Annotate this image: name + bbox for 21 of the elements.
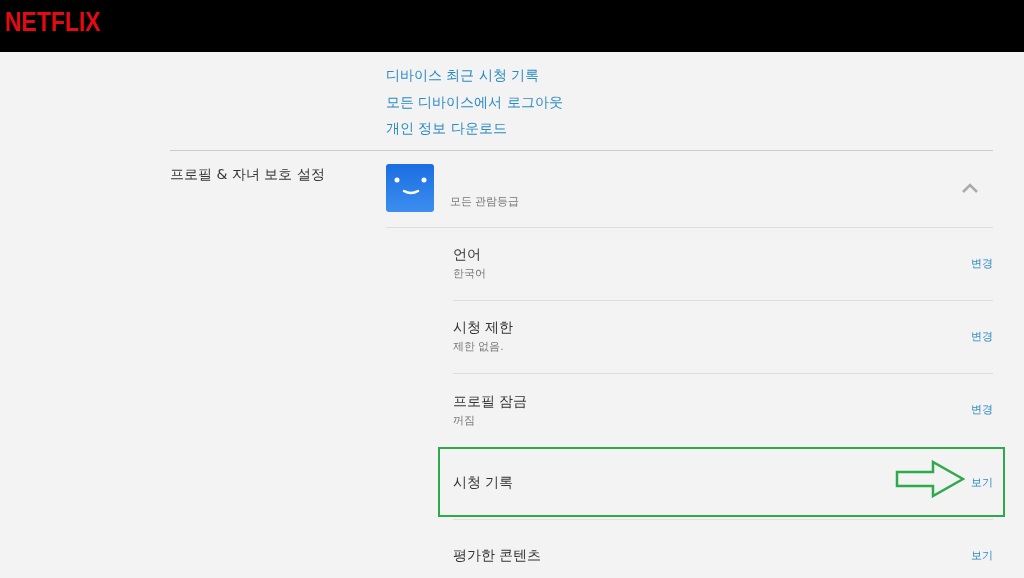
maturity-rating: 모든 관람등급 <box>450 194 520 207</box>
setting-action-link[interactable]: 변경 <box>971 329 993 344</box>
setting-value: 꺼짐 <box>453 413 476 428</box>
setting-action-link[interactable]: 변경 <box>971 403 993 417</box>
section-title: 프로필 & 자녀 보호 설정 <box>170 164 326 184</box>
arrow-icon <box>895 459 965 498</box>
logo[interactable]: NETFLIX <box>5 6 101 38</box>
avatar-icon[interactable] <box>386 163 434 212</box>
setting-title: 시청 제한 <box>453 319 514 337</box>
settings-link[interactable]: 개인 정보 다운로드 <box>386 115 507 142</box>
setting-action-link[interactable]: 보기 <box>971 549 993 563</box>
setting-action-link[interactable]: 변경 <box>971 256 993 271</box>
setting-value: 한국어 <box>453 267 486 281</box>
setting-title: 시청 기록 <box>453 473 514 492</box>
settings-link[interactable]: 모든 디바이스에서 로그아웃 <box>386 88 563 115</box>
settings-link[interactable]: 디바이스 최근 시청 기록 <box>386 62 539 89</box>
setting-title: 언어 <box>453 246 482 264</box>
setting-value: 제한 없음. <box>453 340 505 354</box>
setting-title: 프로필 잠금 <box>453 392 528 411</box>
setting-action-link[interactable]: 보기 <box>971 475 993 490</box>
setting-title: 평가한 콘텐츠 <box>453 547 542 565</box>
